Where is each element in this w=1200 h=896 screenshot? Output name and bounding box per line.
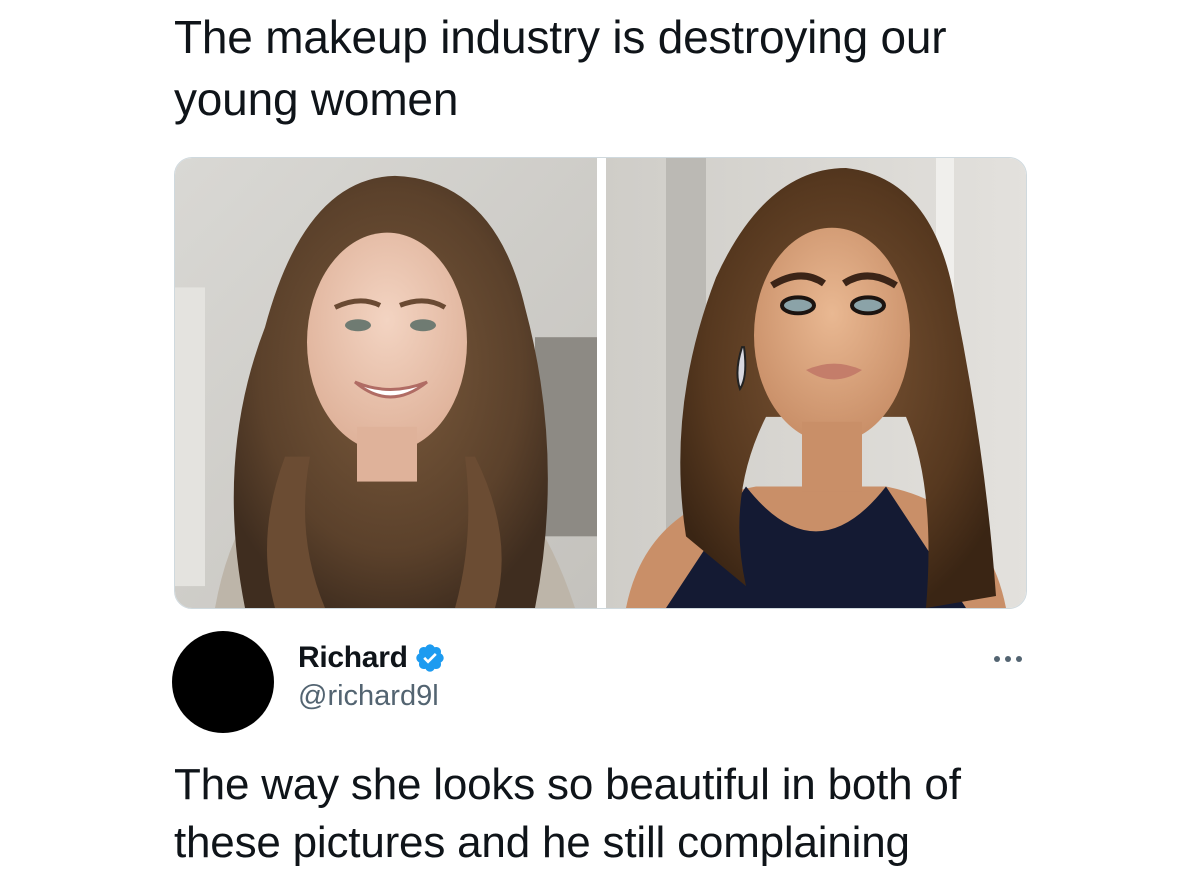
author-name-row[interactable]: Richard bbox=[298, 638, 446, 678]
photo-no-makeup[interactable] bbox=[175, 158, 597, 608]
reply-text: The way she looks so beautiful in both o… bbox=[174, 760, 961, 867]
verified-badge-icon bbox=[414, 642, 446, 674]
photo-full-makeup[interactable] bbox=[606, 158, 1026, 608]
avatar[interactable] bbox=[172, 631, 274, 733]
display-name[interactable]: Richard bbox=[298, 641, 408, 675]
author-handle[interactable]: @richard9l bbox=[298, 680, 439, 713]
more-options-icon[interactable] bbox=[988, 644, 1028, 674]
quoted-post-text: The makeup industry is destroying our yo… bbox=[174, 11, 947, 125]
media-grid[interactable] bbox=[174, 157, 1027, 609]
